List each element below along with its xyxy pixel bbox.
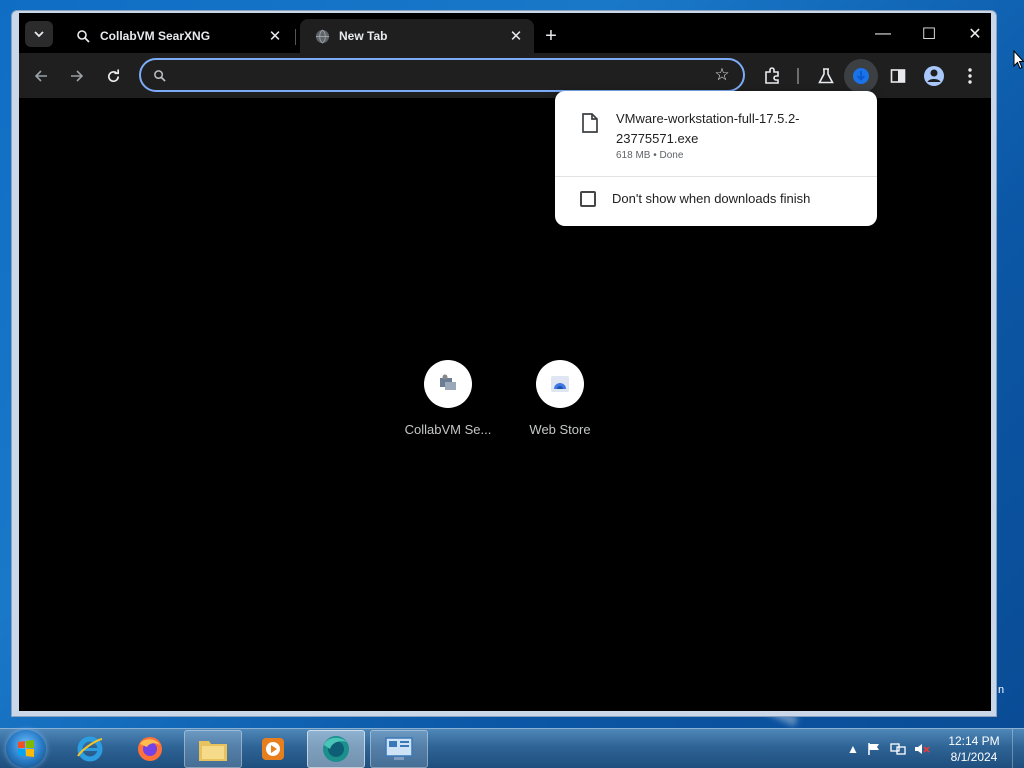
- webstore-icon: [551, 376, 569, 392]
- globe-icon: [314, 28, 330, 44]
- collabvm-icon: [440, 374, 456, 390]
- folder-icon: [199, 741, 227, 761]
- tab-new-tab[interactable]: New Tab ✕: [300, 19, 534, 53]
- tab-title: CollabVM SearXNG: [100, 29, 211, 43]
- tab-separator: [295, 29, 296, 45]
- window-close-button[interactable]: ✕: [953, 19, 996, 49]
- puzzle-icon: [765, 67, 779, 84]
- bookmark-star-icon[interactable]: ☆: [711, 64, 733, 86]
- address-bar[interactable]: ☆: [139, 58, 745, 92]
- media-player-icon: [262, 738, 284, 760]
- flask-icon: [818, 68, 834, 84]
- download-file-name[interactable]: VMware-workstation-full-17.5.2-23775571.…: [616, 109, 836, 149]
- reload-button[interactable]: [99, 62, 127, 90]
- close-icon[interactable]: ✕: [263, 24, 287, 48]
- shortcut-collabvm[interactable]: CollabVM Se...: [392, 360, 504, 450]
- download-icon: [853, 68, 869, 84]
- forward-arrow-icon: [71, 70, 84, 82]
- shortcut-label: CollabVM Se...: [404, 422, 492, 437]
- maximize-icon: ☐: [921, 26, 937, 43]
- show-hidden-icons-icon[interactable]: ▲: [845, 741, 861, 757]
- shortcut-web-store[interactable]: Web Store: [504, 360, 616, 450]
- profile-button[interactable]: [921, 63, 947, 89]
- divider: [555, 176, 877, 177]
- taskbar: ▲ 12:14 PM 8/1/2024: [0, 728, 1024, 768]
- tab-strip: CollabVM SearXNG ✕ New Tab ✕ + — ☐ ✕: [19, 13, 991, 53]
- plus-icon: +: [545, 24, 557, 47]
- taskbar-chrome[interactable]: [307, 730, 365, 768]
- address-input[interactable]: [175, 64, 695, 86]
- taskbar-file-explorer[interactable]: [184, 730, 242, 768]
- close-icon[interactable]: ✕: [504, 24, 528, 48]
- close-icon: ✕: [968, 26, 982, 43]
- windows-logo-icon: [18, 740, 34, 757]
- dont-show-checkbox[interactable]: [580, 191, 596, 207]
- labs-button[interactable]: [813, 63, 839, 89]
- internet-explorer-icon: [77, 736, 103, 762]
- taskbar-media-player[interactable]: [244, 730, 302, 768]
- tab-search-button[interactable]: [25, 21, 53, 47]
- taskbar-control-panel[interactable]: [370, 730, 428, 768]
- chevron-down-icon: [34, 30, 44, 37]
- network-icon[interactable]: [890, 741, 906, 757]
- desktop-edge-text: n: [998, 684, 1005, 696]
- forward-button[interactable]: [63, 62, 91, 90]
- more-vert-icon: [968, 68, 972, 84]
- back-arrow-icon: [34, 70, 47, 82]
- show-desktop-button[interactable]: [1012, 729, 1024, 768]
- mouse-cursor-icon: [1013, 50, 1024, 70]
- clock-date: 8/1/2024: [950, 750, 998, 764]
- system-clock[interactable]: 12:14 PM 8/1/2024: [944, 733, 1004, 765]
- dont-show-label[interactable]: Don't show when downloads finish: [612, 191, 810, 206]
- searxng-icon: [151, 67, 167, 83]
- tab-title: New Tab: [339, 29, 388, 43]
- reload-icon: [107, 68, 119, 82]
- chrome-icon: [323, 736, 349, 762]
- download-bubble: VMware-workstation-full-17.5.2-23775571.…: [555, 91, 877, 226]
- taskbar-firefox[interactable]: [121, 730, 179, 768]
- maximize-button[interactable]: ☐: [907, 19, 951, 49]
- download-status: 618 MB • Done: [616, 150, 684, 161]
- clock-time: 12:14 PM: [948, 734, 1000, 748]
- side-panel-button[interactable]: [885, 63, 911, 89]
- shortcut-label: Web Store: [529, 422, 591, 437]
- minimize-button[interactable]: —: [861, 19, 905, 49]
- menu-button[interactable]: [957, 63, 983, 89]
- back-button[interactable]: [27, 62, 55, 90]
- shortcut-tile: [536, 360, 584, 408]
- toolbar-divider: [797, 68, 799, 84]
- control-panel-icon: [385, 737, 413, 760]
- download-button[interactable]: [844, 59, 878, 93]
- taskbar-internet-explorer[interactable]: [61, 730, 119, 768]
- volume-muted-icon[interactable]: [914, 741, 930, 757]
- tab-collabvm-searxng[interactable]: CollabVM SearXNG ✕: [61, 19, 293, 53]
- file-icon[interactable]: [581, 113, 599, 133]
- new-tab-button[interactable]: +: [539, 24, 563, 48]
- minimize-icon: —: [875, 25, 891, 42]
- side-panel-icon: [890, 69, 906, 83]
- avatar-icon: [924, 66, 944, 86]
- start-button[interactable]: [6, 730, 46, 768]
- extensions-button[interactable]: [759, 63, 785, 89]
- action-center-flag-icon[interactable]: [866, 741, 882, 757]
- shortcut-tile: [424, 360, 472, 408]
- searxng-icon: [75, 28, 91, 44]
- firefox-icon: [138, 737, 162, 761]
